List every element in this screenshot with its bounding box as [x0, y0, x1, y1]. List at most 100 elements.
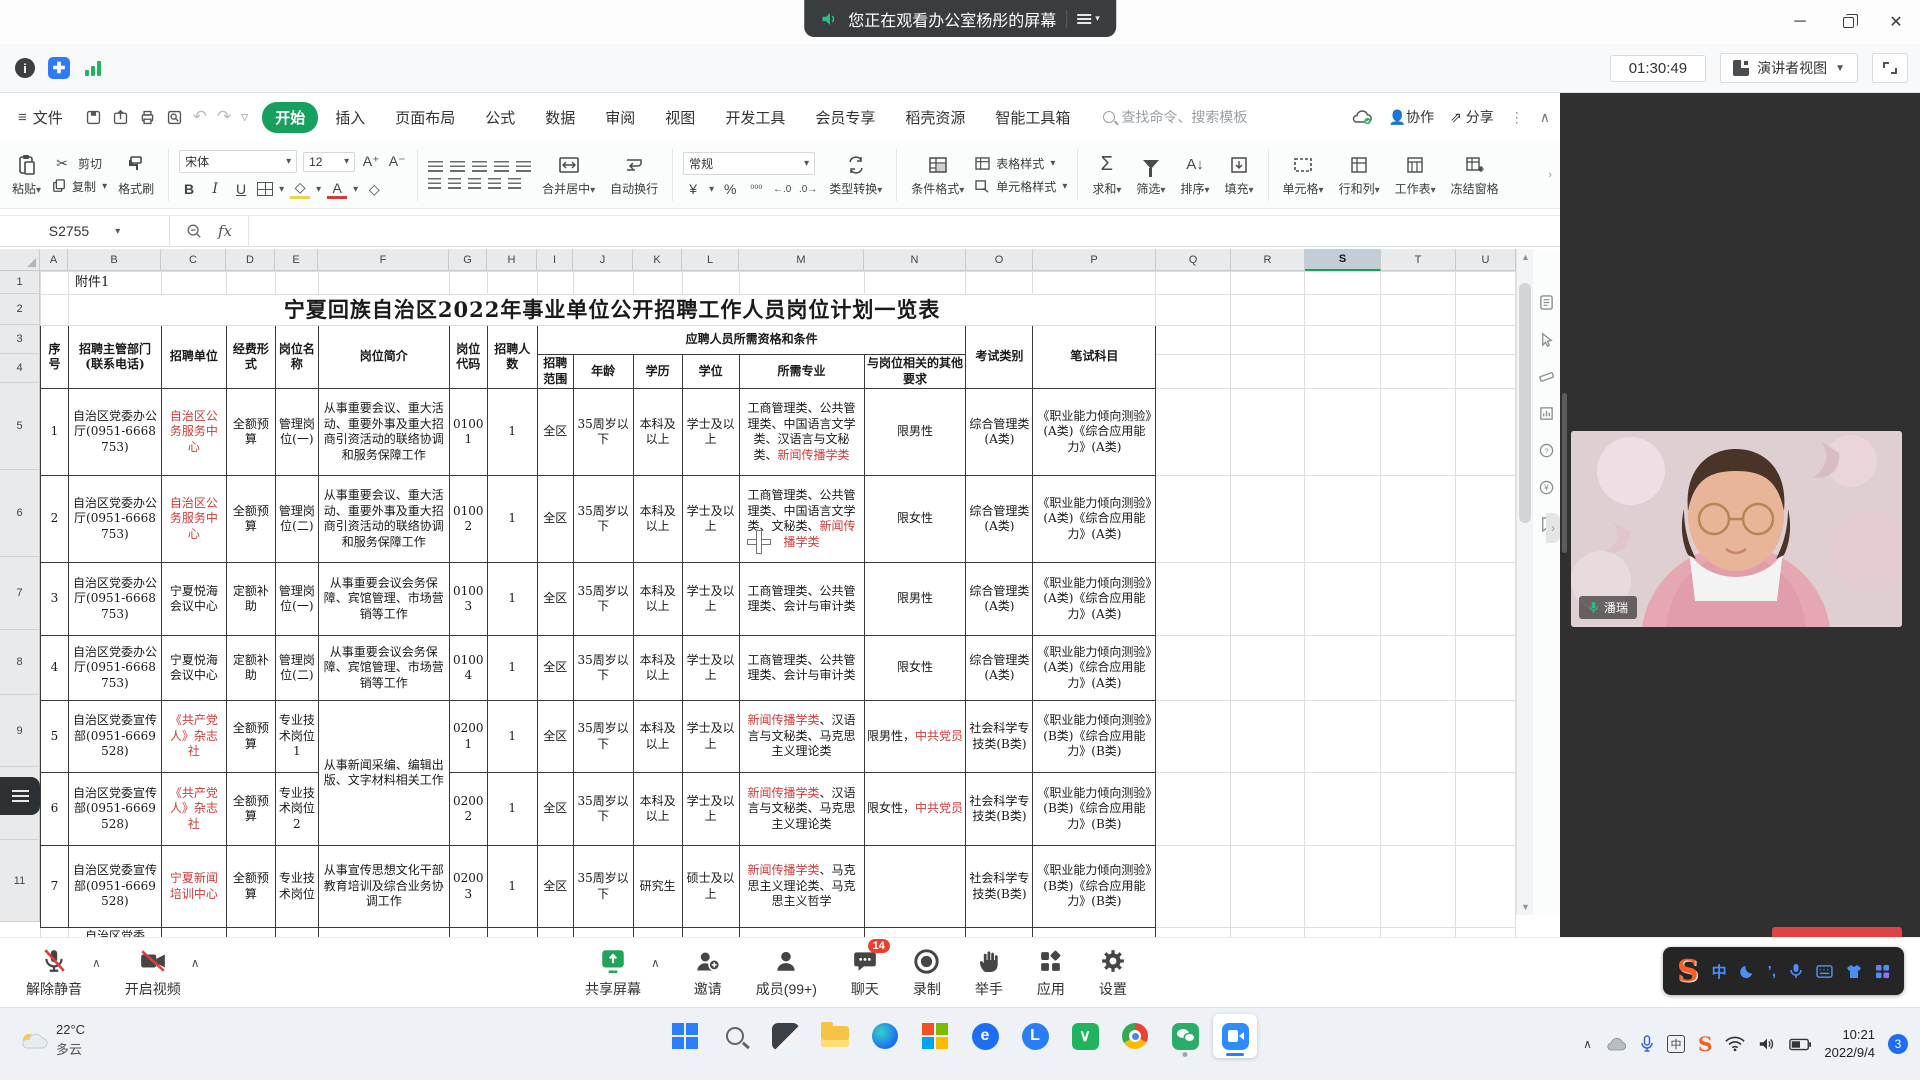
column-header-S[interactable]: S — [1305, 249, 1381, 271]
close-button[interactable]: ✕ — [1872, 0, 1920, 44]
cell[interactable]: 《职业能力倾向测验》(B类)《综合应用能力》(B类) — [1033, 701, 1156, 773]
cell[interactable]: 《职业能力倾向测验》(A类)《综合应用能力》(A类) — [1033, 389, 1156, 476]
empty-cell[interactable] — [1231, 563, 1305, 636]
empty-cell[interactable] — [226, 272, 275, 295]
empty-cell[interactable] — [1455, 701, 1515, 773]
cell[interactable]: 从事重要会议会务保障、宾馆管理、市场营销等工作 — [318, 636, 449, 701]
cell[interactable]: 《职业能力倾向测验》(B类)《综合应用能力》(B类) — [1033, 846, 1156, 928]
cell[interactable]: 本科及以上 — [633, 476, 682, 563]
cell[interactable]: 1 — [487, 846, 537, 928]
cell[interactable]: 本科及以上 — [633, 773, 682, 846]
collapse-ribbon-icon[interactable]: ∧ — [1540, 109, 1550, 126]
cell[interactable] — [1033, 928, 1156, 937]
header-cell[interactable]: 经费形式 — [226, 326, 275, 389]
meeting-app[interactable] — [1213, 1014, 1257, 1058]
align-top-icon[interactable] — [428, 161, 443, 172]
cell[interactable] — [864, 846, 966, 928]
font-size-select[interactable]: 12▾ — [303, 152, 355, 172]
notification-badge[interactable]: 3 — [1888, 1034, 1908, 1054]
minimize-button[interactable]: ─ — [1776, 0, 1824, 44]
menu-tab-数据[interactable]: 数据 — [532, 102, 588, 133]
empty-cell[interactable] — [1156, 701, 1231, 773]
empty-cell[interactable] — [1305, 846, 1381, 928]
header-cell[interactable]: 所需专业 — [739, 355, 864, 389]
task-view-app[interactable] — [763, 1014, 807, 1058]
cell[interactable]: 2 — [41, 476, 69, 563]
cell[interactable]: 自治区党委办公厅(0951-6668753) — [68, 476, 161, 563]
empty-cell[interactable] — [1381, 846, 1456, 928]
cell[interactable]: 01003 — [449, 563, 487, 636]
empty-cell[interactable] — [1231, 636, 1305, 701]
cell[interactable]: 全区 — [537, 636, 573, 701]
cell[interactable]: 本科及以上 — [633, 389, 682, 476]
cell[interactable]: 从事重要会议、重大活动、重要外事及重大招商引资活动的联络协调和服务保障工作 — [318, 389, 449, 476]
cell[interactable]: 《职业能力倾向测验》(B类)《综合应用能力》(B类) — [1033, 773, 1156, 846]
unmute-button[interactable]: 解除静音 — [26, 946, 82, 999]
empty-cell[interactable] — [1381, 295, 1456, 326]
header-cell[interactable]: 岗位简介 — [318, 326, 449, 389]
empty-cell[interactable] — [1156, 773, 1231, 846]
ime-indicator[interactable]: 中 — [1667, 1035, 1685, 1053]
menu-tab-开发工具[interactable]: 开发工具 — [712, 102, 798, 133]
file-explorer-app[interactable] — [813, 1014, 857, 1058]
cell[interactable] — [633, 928, 682, 937]
empty-cell[interactable] — [1305, 563, 1381, 636]
header-cell[interactable]: 学位 — [682, 355, 739, 389]
file-menu[interactable]: ≡ 文件 — [10, 103, 71, 132]
cell[interactable]: 02002 — [449, 773, 487, 846]
tray-mic-icon[interactable] — [1640, 1035, 1654, 1053]
empty-cell[interactable] — [1305, 355, 1381, 389]
cell[interactable]: 本科及以上 — [633, 636, 682, 701]
worksheet-button[interactable]: 工作表▾ — [1391, 153, 1440, 197]
decrease-decimal-icon[interactable]: ←.0 — [772, 184, 792, 195]
panel-collapse-tab[interactable]: › — [1546, 513, 1560, 543]
cell[interactable] — [537, 928, 573, 937]
browser-360-app[interactable]: e — [963, 1014, 1007, 1058]
empty-cell[interactable] — [1231, 326, 1305, 355]
cell[interactable]: 从事宣传思想文化干部教育培训及综合业务协调工作 — [318, 846, 449, 928]
cell[interactable]: 从事重要会议、重大活动、重要外事及重大招商引资活动的联络协调和服务保障工作 — [318, 476, 449, 563]
empty-cell[interactable] — [1305, 928, 1381, 937]
header-cell[interactable]: 招聘范围 — [537, 355, 573, 389]
cell[interactable]: 学士及以上 — [682, 701, 739, 773]
increase-decimal-icon[interactable]: .0→ — [798, 184, 818, 195]
column-header-K[interactable]: K — [633, 249, 682, 271]
cell[interactable] — [739, 928, 864, 937]
empty-cell[interactable] — [1381, 563, 1456, 636]
menu-tab-插入[interactable]: 插入 — [322, 102, 378, 133]
empty-cell[interactable] — [1231, 272, 1305, 295]
empty-cell[interactable] — [1231, 773, 1305, 846]
cell[interactable]: 综合管理类(A类) — [966, 563, 1033, 636]
cell[interactable] — [161, 928, 226, 937]
mic-options-icon[interactable]: ∧ — [92, 956, 101, 970]
export-icon[interactable] — [112, 109, 129, 126]
cell[interactable]: 学士及以上 — [682, 389, 739, 476]
vertical-scrollbar[interactable]: ▲ ▼ — [1516, 249, 1533, 915]
cell[interactable]: 学士及以上 — [682, 476, 739, 563]
cell[interactable]: 35周岁以下 — [573, 701, 633, 773]
taskbar-weather[interactable]: 22°C多云 — [18, 1022, 85, 1058]
cell[interactable] — [682, 928, 739, 937]
font-name-select[interactable]: 宋体▾ — [179, 150, 297, 173]
header-cell[interactable]: 与岗位相关的其他要求 — [864, 355, 966, 389]
cell[interactable]: 限男性 — [864, 389, 966, 476]
cell[interactable]: 综合管理类(A类) — [966, 636, 1033, 701]
align-middle-icon[interactable] — [450, 161, 465, 172]
header-cell[interactable]: 学历 — [633, 355, 682, 389]
align-bottom-icon[interactable] — [472, 161, 487, 172]
cell[interactable] — [966, 928, 1033, 937]
input-chinese-icon[interactable]: 中 — [1712, 961, 1727, 982]
cell[interactable]: 全区 — [537, 846, 573, 928]
header-group-cell[interactable]: 应聘人员所需资格和条件 — [537, 326, 966, 355]
view-mode-selector[interactable]: 演讲者视图 ▼ — [1720, 53, 1858, 83]
empty-cell[interactable] — [449, 272, 487, 295]
cell[interactable]: 硕士及以上 — [682, 846, 739, 928]
empty-cell[interactable] — [1231, 295, 1305, 326]
scroll-down-icon[interactable]: ▼ — [1517, 899, 1534, 915]
cell[interactable]: 社会科学专技类(B类) — [966, 846, 1033, 928]
cell[interactable]: 01001 — [449, 389, 487, 476]
empty-cell[interactable] — [1231, 928, 1305, 937]
fill-button[interactable]: 填充▾ — [1220, 153, 1257, 197]
empty-cell[interactable] — [1156, 636, 1231, 701]
empty-cell[interactable] — [1033, 272, 1156, 295]
